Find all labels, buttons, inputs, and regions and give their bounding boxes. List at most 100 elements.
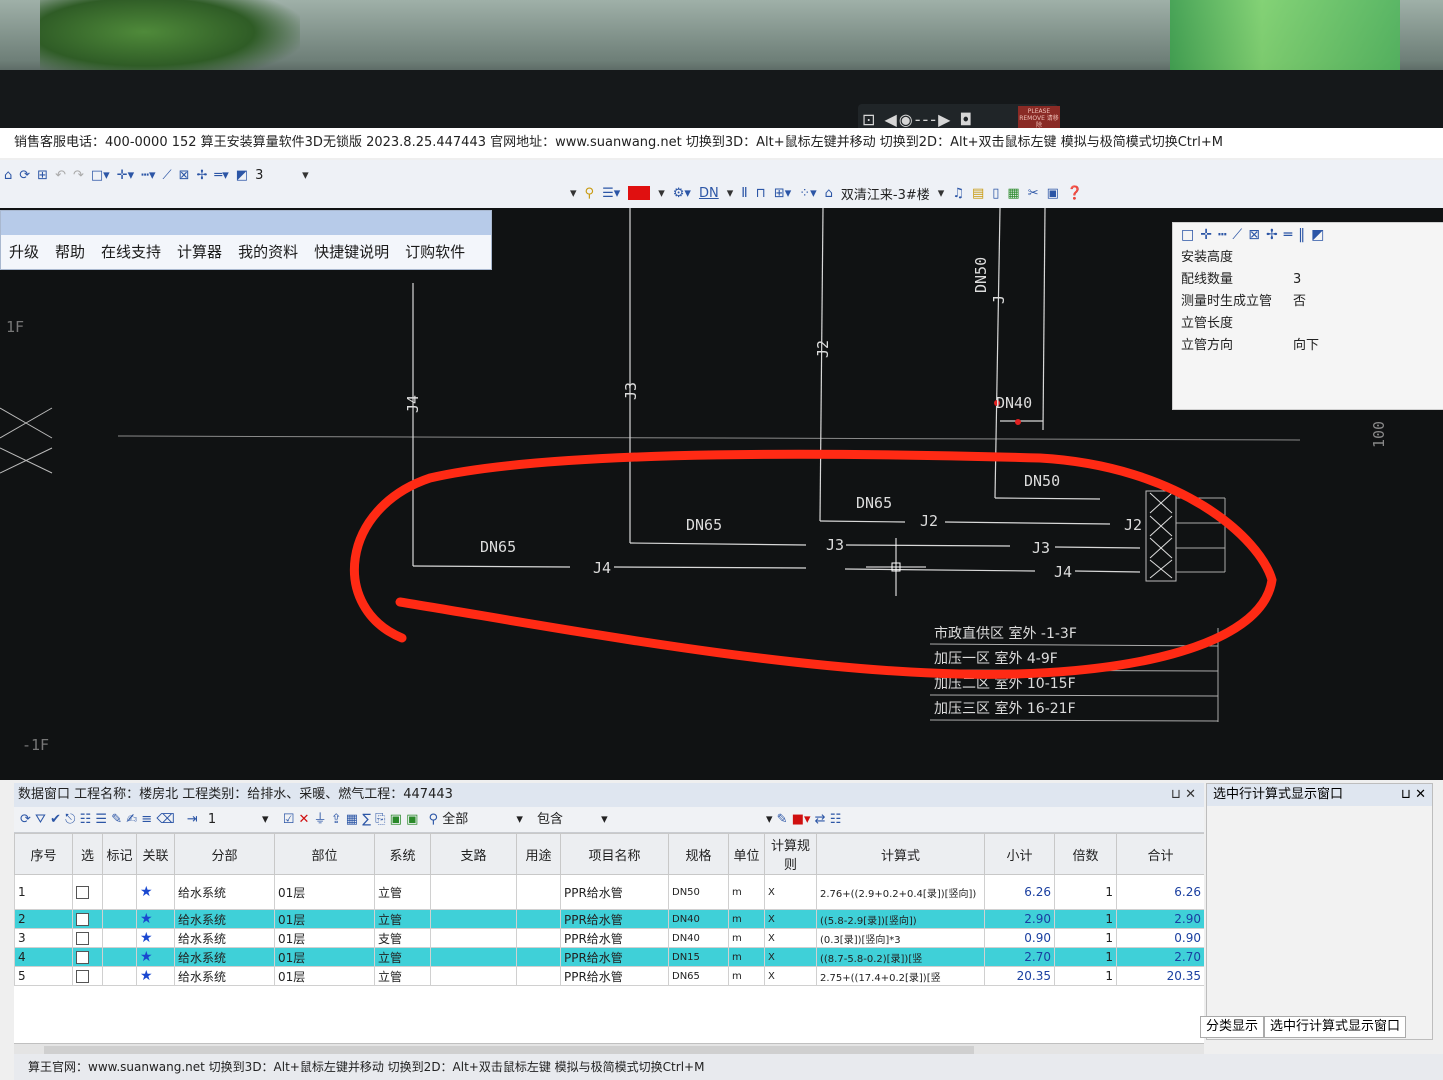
col-rule[interactable]: 计算规则 (764, 833, 817, 875)
floor-icon[interactable]: ⌂ (825, 186, 833, 201)
row-checkbox[interactable] (76, 913, 89, 926)
dots-icon[interactable]: ⁘▾ (799, 186, 816, 201)
col-mark[interactable]: 标记 (102, 833, 137, 875)
sign-icon[interactable]: ✍ (126, 812, 137, 827)
cell-formula[interactable]: 2.76+((2.9+0.2+0.4[录])[竖向]) (816, 874, 985, 910)
col-select[interactable]: 选 (72, 833, 103, 875)
polyline-icon[interactable]: ⟋ (1232, 227, 1248, 243)
project-dropdown-icon[interactable]: ▾ (938, 186, 945, 201)
refresh-icon[interactable]: ⟳ (20, 812, 31, 827)
double-line-icon[interactable]: ═ (1284, 227, 1298, 243)
prop-row-riser-length[interactable]: 立管长度 (1173, 313, 1443, 335)
cell-select[interactable] (72, 909, 103, 929)
tree-icon[interactable]: ☷ (830, 812, 842, 827)
swap-icon[interactable]: ⇄ (815, 812, 826, 827)
underline-icon[interactable]: ≡ (141, 812, 152, 827)
row-checkbox[interactable] (76, 932, 89, 945)
col-use[interactable]: 用途 (516, 833, 561, 875)
crosshair-icon[interactable]: ✛▾ (117, 168, 134, 183)
cell-select[interactable] (72, 966, 103, 986)
cell-link[interactable]: ★ (136, 928, 175, 948)
table-row[interactable]: 3 ★ 给水系统 01层 支管 PPR给水管 DN40 m X (0.3[录])… (14, 928, 1204, 948)
cell-link[interactable]: ★ (136, 966, 175, 986)
col-unit[interactable]: 单位 (728, 833, 765, 875)
parallel-icon[interactable]: ‖ (1298, 227, 1311, 243)
sum-icon[interactable]: ∑ (362, 812, 371, 827)
valve-icon[interactable]: ⚙▾ (673, 186, 691, 201)
col-link[interactable]: 关联 (136, 833, 175, 875)
menu-item-shortcuts[interactable]: 快捷键说明 (306, 241, 397, 262)
search-icon[interactable]: ⚲ (429, 812, 439, 827)
upload-icon[interactable]: ⇪ (331, 812, 342, 827)
table-row[interactable]: 4 ★ 给水系统 01层 立管 PPR给水管 DN15 m X ((8.7-5.… (14, 947, 1204, 967)
color-swatch[interactable] (628, 186, 651, 200)
check-icon[interactable]: ✔ (50, 812, 61, 827)
table-row[interactable]: 5 ★ 给水系统 01层 立管 PPR给水管 DN65 m X 2.75+((1… (14, 966, 1204, 986)
page-dropdown-icon[interactable]: ▾ (262, 812, 269, 827)
color-dropdown-icon[interactable]: ▾ (658, 186, 665, 201)
side-panel-pin-close[interactable]: ⊔ ✕ (1401, 784, 1432, 806)
data-window-pin-close[interactable]: ⊔ ✕ (1171, 783, 1196, 807)
grid-icon[interactable]: ⊞▾ (774, 186, 791, 201)
esc-icon[interactable]: ⎋ (65, 812, 75, 827)
row-checkbox[interactable] (76, 886, 89, 899)
snap-icon[interactable]: ✢ (1266, 227, 1284, 243)
star-icon[interactable]: ★ (140, 884, 153, 900)
crosshair-icon[interactable]: ✛ (1200, 227, 1218, 243)
eraser-icon[interactable]: ⌫ (156, 812, 174, 827)
project-floor-select[interactable]: 双清江来-3#楼 (841, 184, 930, 203)
indent-icon[interactable]: ⇥ (187, 812, 198, 827)
window-icon[interactable]: ▣ (1047, 186, 1059, 201)
prop-row-riser-direction[interactable]: 立管方向 向下 (1173, 335, 1443, 357)
filter-icon[interactable]: ⛛ (35, 812, 46, 827)
dn-button[interactable]: DN (699, 186, 719, 201)
folder-icon[interactable]: ▤ (972, 186, 984, 201)
col-location[interactable]: 部位 (274, 833, 375, 875)
prop-row-wire-count[interactable]: 配线数量 3 (1173, 269, 1443, 291)
row-checkbox[interactable] (76, 951, 89, 964)
redo-icon[interactable]: ↷ (73, 168, 84, 183)
menu-item-help[interactable]: 帮助 (47, 241, 93, 262)
page-value[interactable]: 1 (208, 807, 258, 833)
binoculars-icon[interactable]: ♫ (952, 186, 964, 201)
undo-icon[interactable]: ↶ (55, 168, 66, 183)
row-checkbox[interactable] (76, 970, 89, 983)
table-row[interactable]: 1 ★ 给水系统 01层 立管 PPR给水管 DN50 m X 2.76+((2… (14, 874, 1204, 910)
tools-icon[interactable]: ✂ (1028, 186, 1039, 201)
filter-all-select[interactable]: 全部 (442, 807, 512, 833)
cell-select[interactable] (72, 947, 103, 967)
filter-all-dropdown-icon[interactable]: ▾ (516, 812, 523, 827)
col-no[interactable]: 序号 (14, 833, 73, 875)
menu-item-order[interactable]: 订购软件 (397, 241, 473, 262)
dashed-line-icon[interactable]: ┅▾ (141, 168, 155, 183)
layer-icon[interactable]: ☰▾ (602, 186, 620, 201)
excel-icon[interactable]: ▣ (390, 812, 402, 827)
col-spec[interactable]: 规格 (668, 833, 729, 875)
col-total[interactable]: 合计 (1116, 833, 1204, 875)
col-system[interactable]: 系统 (374, 833, 431, 875)
filter-contains-select[interactable]: 包含 (537, 807, 597, 833)
pipe-icon[interactable]: ⊓ (756, 186, 766, 201)
edit-icon[interactable]: ✎ (111, 812, 122, 827)
col-item[interactable]: 项目名称 (560, 833, 669, 875)
tab-formula-display[interactable]: 选中行计算式显示窗口 (1264, 1016, 1407, 1038)
delete-icon[interactable]: ✕ (299, 812, 310, 827)
cross-delete-icon[interactable]: ⊠ (179, 168, 190, 183)
menu-item-calculator[interactable]: 计算器 (169, 241, 230, 262)
double-line-icon[interactable]: ═▾ (214, 168, 228, 183)
cell-link[interactable]: ★ (136, 909, 175, 929)
star-icon[interactable]: ★ (140, 968, 153, 984)
cross-delete-icon[interactable]: ⊠ (1248, 227, 1266, 243)
list-icon[interactable]: ☷ (80, 812, 92, 827)
dn-dropdown-icon[interactable]: ▾ (727, 186, 734, 201)
frame-icon[interactable]: ◩ (236, 168, 248, 183)
col-branch[interactable]: 支路 (430, 833, 517, 875)
dropdown-arrow-icon[interactable]: ▾ (570, 186, 577, 201)
excel2-icon[interactable]: ▣ (406, 812, 418, 827)
star-icon[interactable]: ★ (140, 949, 153, 965)
star-icon[interactable]: ★ (140, 930, 153, 946)
prop-row-generate-riser[interactable]: 测量时生成立管否 (1173, 291, 1443, 313)
calendar-icon[interactable]: ▦ (346, 812, 358, 827)
home-icon[interactable]: ⌂ (4, 168, 12, 183)
cell-formula[interactable]: ((8.7-5.8-0.2)[录])[竖 (816, 947, 985, 967)
